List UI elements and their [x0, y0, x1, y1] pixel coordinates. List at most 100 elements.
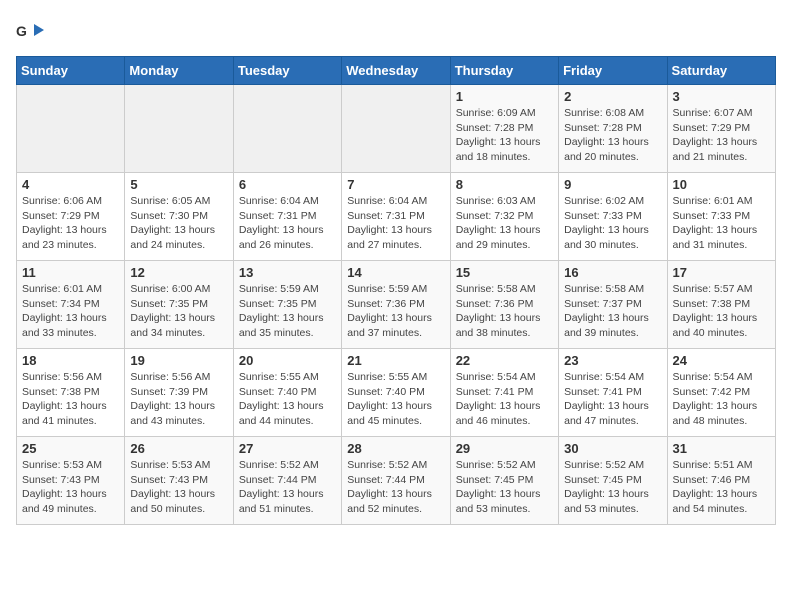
calendar-cell: 17 Sunrise: 5:57 AMSunset: 7:38 PMDayligh… — [667, 261, 775, 349]
day-number: 3 — [673, 89, 770, 104]
day-number: 19 — [130, 353, 227, 368]
calendar-cell — [17, 85, 125, 173]
day-info: Sunrise: 6:03 AMSunset: 7:32 PMDaylight:… — [456, 194, 553, 253]
day-info: Sunrise: 5:57 AMSunset: 7:38 PMDaylight:… — [673, 282, 770, 341]
day-info: Sunrise: 5:55 AMSunset: 7:40 PMDaylight:… — [347, 370, 444, 429]
day-number: 5 — [130, 177, 227, 192]
calendar-cell: 2Sunrise: 6:08 AMSunset: 7:28 PMDaylight… — [559, 85, 667, 173]
calendar-cell: 31Sunrise: 5:51 AMSunset: 7:46 PMDayligh… — [667, 437, 775, 525]
day-number: 27 — [239, 441, 336, 456]
day-info: Sunrise: 5:54 AMSunset: 7:41 PMDaylight:… — [456, 370, 553, 429]
calendar-cell: 26Sunrise: 5:53 AMSunset: 7:43 PMDayligh… — [125, 437, 233, 525]
day-number: 9 — [564, 177, 661, 192]
day-number: 15 — [456, 265, 553, 280]
day-number: 4 — [22, 177, 119, 192]
day-info: Sunrise: 5:52 AMSunset: 7:44 PMDaylight:… — [239, 458, 336, 517]
calendar-cell: 13Sunrise: 5:59 AMSunset: 7:35 PMDayligh… — [233, 261, 341, 349]
day-info: Sunrise: 5:54 AMSunset: 7:42 PMDaylight:… — [673, 370, 770, 429]
calendar-body: 1 Sunrise: 6:09 AMSunset: 7:28 PMDaylight… — [17, 85, 776, 525]
day-number: 21 — [347, 353, 444, 368]
day-number: 29 — [456, 441, 553, 456]
day-info: Sunrise: 6:00 AMSunset: 7:35 PMDaylight:… — [130, 282, 227, 341]
calendar-cell: 7 Sunrise: 6:04 AMSunset: 7:31 PMDaylight… — [342, 173, 450, 261]
calendar-cell: 11 Sunrise: 6:01 AMSunset: 7:34 PMDayligh… — [17, 261, 125, 349]
day-number: 30 — [564, 441, 661, 456]
day-number: 16 — [564, 265, 661, 280]
day-number: 31 — [673, 441, 770, 456]
day-info: Sunrise: 5:59 AMSunset: 7:36 PMDaylight:… — [347, 282, 444, 341]
calendar-cell — [125, 85, 233, 173]
day-info: Sunrise: 6:09 AMSunset: 7:28 PMDaylight:… — [456, 106, 553, 165]
calendar-cell: 24 Sunrise: 5:54 AMSunset: 7:42 PMDayligh… — [667, 349, 775, 437]
day-number: 6 — [239, 177, 336, 192]
calendar-cell: 23 Sunrise: 5:54 AMSunset: 7:41 PMDayligh… — [559, 349, 667, 437]
day-info: Sunrise: 6:02 AMSunset: 7:33 PMDaylight:… — [564, 194, 661, 253]
weekday-header-row: SundayMondayTuesdayWednesdayThursdayFrid… — [17, 57, 776, 85]
day-number: 11 — [22, 265, 119, 280]
day-number: 25 — [22, 441, 119, 456]
calendar-cell: 6 Sunrise: 6:04 AMSunset: 7:31 PMDaylight… — [233, 173, 341, 261]
calendar-cell: 4 Sunrise: 6:06 AMSunset: 7:29 PMDaylight… — [17, 173, 125, 261]
calendar-cell: 21 Sunrise: 5:55 AMSunset: 7:40 PMDayligh… — [342, 349, 450, 437]
day-info: Sunrise: 5:56 AMSunset: 7:39 PMDaylight:… — [130, 370, 227, 429]
day-info: Sunrise: 5:56 AMSunset: 7:38 PMDaylight:… — [22, 370, 119, 429]
calendar-cell — [342, 85, 450, 173]
weekday-header-tuesday: Tuesday — [233, 57, 341, 85]
day-info: Sunrise: 5:53 AMSunset: 7:43 PMDaylight:… — [22, 458, 119, 517]
calendar-cell — [233, 85, 341, 173]
weekday-header-monday: Monday — [125, 57, 233, 85]
day-number: 12 — [130, 265, 227, 280]
logo-icon: G — [16, 16, 44, 44]
day-number: 13 — [239, 265, 336, 280]
calendar-cell: 14 Sunrise: 5:59 AMSunset: 7:36 PMDayligh… — [342, 261, 450, 349]
calendar-cell: 9 Sunrise: 6:02 AMSunset: 7:33 PMDaylight… — [559, 173, 667, 261]
day-info: Sunrise: 6:04 AMSunset: 7:31 PMDaylight:… — [239, 194, 336, 253]
calendar-cell: 28Sunrise: 5:52 AMSunset: 7:44 PMDayligh… — [342, 437, 450, 525]
day-info: Sunrise: 5:54 AMSunset: 7:41 PMDaylight:… — [564, 370, 661, 429]
day-number: 17 — [673, 265, 770, 280]
calendar-cell: 20Sunrise: 5:55 AMSunset: 7:40 PMDayligh… — [233, 349, 341, 437]
day-number: 1 — [456, 89, 553, 104]
calendar-week-2: 4 Sunrise: 6:06 AMSunset: 7:29 PMDaylight… — [17, 173, 776, 261]
calendar-cell: 29 Sunrise: 5:52 AMSunset: 7:45 PMDayligh… — [450, 437, 558, 525]
calendar-cell: 8 Sunrise: 6:03 AMSunset: 7:32 PMDaylight… — [450, 173, 558, 261]
day-number: 14 — [347, 265, 444, 280]
weekday-header-saturday: Saturday — [667, 57, 775, 85]
calendar-cell: 5 Sunrise: 6:05 AMSunset: 7:30 PMDaylight… — [125, 173, 233, 261]
day-info: Sunrise: 6:01 AMSunset: 7:33 PMDaylight:… — [673, 194, 770, 253]
calendar-cell: 12 Sunrise: 6:00 AMSunset: 7:35 PMDayligh… — [125, 261, 233, 349]
day-info: Sunrise: 6:05 AMSunset: 7:30 PMDaylight:… — [130, 194, 227, 253]
day-number: 20 — [239, 353, 336, 368]
day-number: 8 — [456, 177, 553, 192]
day-info: Sunrise: 5:52 AMSunset: 7:45 PMDaylight:… — [456, 458, 553, 517]
day-number: 22 — [456, 353, 553, 368]
weekday-header-sunday: Sunday — [17, 57, 125, 85]
calendar-cell: 3Sunrise: 6:07 AMSunset: 7:29 PMDaylight… — [667, 85, 775, 173]
day-info: Sunrise: 6:06 AMSunset: 7:29 PMDaylight:… — [22, 194, 119, 253]
day-number: 18 — [22, 353, 119, 368]
page-header: G — [16, 16, 776, 44]
logo: G — [16, 16, 48, 44]
weekday-header-thursday: Thursday — [450, 57, 558, 85]
day-info: Sunrise: 5:53 AMSunset: 7:43 PMDaylight:… — [130, 458, 227, 517]
calendar-week-3: 11 Sunrise: 6:01 AMSunset: 7:34 PMDayligh… — [17, 261, 776, 349]
calendar-cell: 15Sunrise: 5:58 AMSunset: 7:36 PMDayligh… — [450, 261, 558, 349]
day-number: 2 — [564, 89, 661, 104]
calendar-cell: 25 Sunrise: 5:53 AMSunset: 7:43 PMDayligh… — [17, 437, 125, 525]
weekday-header-friday: Friday — [559, 57, 667, 85]
day-info: Sunrise: 6:04 AMSunset: 7:31 PMDaylight:… — [347, 194, 444, 253]
weekday-header-wednesday: Wednesday — [342, 57, 450, 85]
day-info: Sunrise: 6:01 AMSunset: 7:34 PMDaylight:… — [22, 282, 119, 341]
day-number: 7 — [347, 177, 444, 192]
svg-text:G: G — [16, 23, 27, 39]
calendar-cell: 16Sunrise: 5:58 AMSunset: 7:37 PMDayligh… — [559, 261, 667, 349]
calendar-week-4: 18 Sunrise: 5:56 AMSunset: 7:38 PMDayligh… — [17, 349, 776, 437]
day-info: Sunrise: 5:52 AMSunset: 7:45 PMDaylight:… — [564, 458, 661, 517]
calendar-cell: 30 Sunrise: 5:52 AMSunset: 7:45 PMDayligh… — [559, 437, 667, 525]
day-number: 24 — [673, 353, 770, 368]
calendar-week-5: 25 Sunrise: 5:53 AMSunset: 7:43 PMDayligh… — [17, 437, 776, 525]
calendar-cell: 19 Sunrise: 5:56 AMSunset: 7:39 PMDayligh… — [125, 349, 233, 437]
calendar-table: SundayMondayTuesdayWednesdayThursdayFrid… — [16, 56, 776, 525]
calendar-cell: 18 Sunrise: 5:56 AMSunset: 7:38 PMDayligh… — [17, 349, 125, 437]
day-number: 23 — [564, 353, 661, 368]
